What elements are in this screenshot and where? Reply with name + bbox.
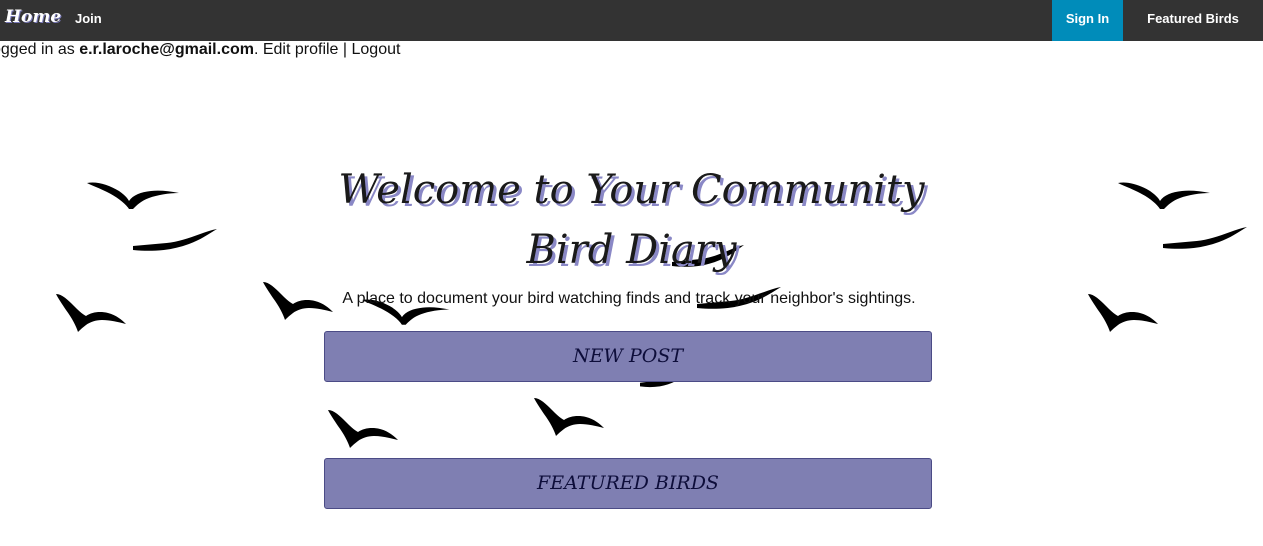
bird-silhouette-icon [133, 229, 217, 251]
top-navbar: Home Join Sign In Featured Birds [0, 0, 1263, 41]
bird-silhouette-icon [1163, 227, 1247, 249]
page-title-line2: Bird Diary [526, 227, 737, 273]
nav-featured-birds-link[interactable]: Featured Birds [1123, 0, 1263, 41]
nav-home-link[interactable]: Home [5, 7, 61, 27]
page-subtitle: A place to document your bird watching f… [342, 290, 916, 307]
page-title-line1: Welcome to Your Community [338, 167, 925, 213]
bird-silhouette-icon [56, 294, 126, 332]
bird-silhouette-icon [328, 410, 398, 448]
user-email: e.r.laroche@gmail.com [79, 41, 254, 58]
login-status: ogged in as e.r.laroche@gmail.com. Edit … [0, 40, 400, 60]
status-period: . [253, 41, 263, 58]
nav-join-link[interactable]: Join [75, 11, 102, 26]
page-title: Welcome to Your Community Bird Diary [300, 160, 963, 280]
bird-silhouette-icon [1088, 294, 1158, 332]
bird-silhouette-icon [1118, 182, 1210, 209]
edit-profile-link[interactable]: Edit profile [263, 41, 339, 58]
status-separator: | [338, 41, 352, 58]
login-status-prefix: ogged in as [0, 41, 80, 58]
featured-birds-button[interactable]: FEATURED BIRDS [324, 458, 932, 509]
bird-silhouette-icon [534, 398, 604, 436]
new-post-button[interactable]: NEW POST [324, 331, 932, 382]
logout-link[interactable]: Logout [352, 41, 401, 58]
bird-silhouette-icon [87, 182, 179, 209]
sign-in-button[interactable]: Sign In [1052, 0, 1123, 41]
